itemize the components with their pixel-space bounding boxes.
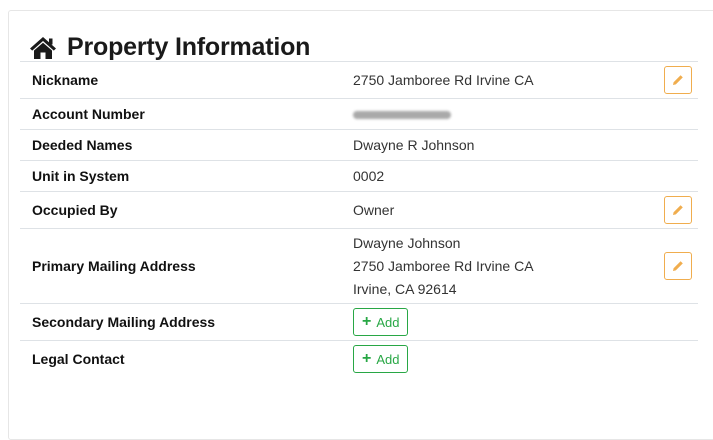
edit-occupied-by-button[interactable] [664, 196, 692, 224]
pencil-icon [673, 75, 683, 85]
occupied-by-value: Owner [341, 191, 640, 229]
address-line: 2750 Jamboree Rd Irvine CA [353, 257, 534, 274]
address-line: Irvine, CA 92614 [353, 280, 457, 297]
page-title: Property Information [67, 33, 311, 61]
address-line: Dwayne Johnson [353, 234, 461, 251]
table-row-unit-in-system: Unit in System 0002 [20, 160, 698, 192]
deeded-names-value: Dwayne R Johnson [341, 129, 640, 161]
row-label: Primary Mailing Address [20, 228, 341, 304]
row-label: Secondary Mailing Address [20, 303, 341, 341]
row-label: Nickname [20, 61, 341, 99]
edit-nickname-button[interactable] [664, 66, 692, 94]
edit-primary-address-button[interactable] [664, 252, 692, 280]
row-label: Occupied By [20, 191, 341, 229]
property-info-table: Nickname 2750 Jamboree Rd Irvine CA Acco… [20, 61, 698, 377]
table-row-nickname: Nickname 2750 Jamboree Rd Irvine CA [20, 61, 698, 99]
add-secondary-address-button[interactable]: + Add [353, 308, 409, 336]
row-label: Deeded Names [20, 129, 341, 161]
table-row-legal-contact: Legal Contact + Add [20, 340, 698, 377]
card-header: Property Information [29, 33, 310, 62]
table-row-primary-mailing-address: Primary Mailing Address Dwayne Johnson 2… [20, 228, 698, 304]
table-row-deeded-names: Deeded Names Dwayne R Johnson [20, 129, 698, 161]
row-label: Unit in System [20, 160, 341, 192]
add-legal-contact-button[interactable]: + Add [353, 345, 409, 373]
account-number-redacted [353, 111, 451, 120]
pencil-icon [673, 205, 683, 215]
table-row-account-number: Account Number [20, 98, 698, 130]
primary-mailing-address-value: Dwayne Johnson 2750 Jamboree Rd Irvine C… [341, 228, 640, 304]
plus-icon: + [362, 350, 372, 367]
nickname-value: 2750 Jamboree Rd Irvine CA [341, 61, 640, 99]
add-button-label: Add [376, 351, 400, 367]
table-row-secondary-mailing-address: Secondary Mailing Address + Add [20, 303, 698, 341]
table-row-occupied-by: Occupied By Owner [20, 191, 698, 229]
plus-icon: + [362, 313, 372, 330]
unit-in-system-value: 0002 [341, 160, 640, 192]
home-icon [29, 36, 57, 60]
add-button-label: Add [376, 314, 400, 330]
row-label: Legal Contact [20, 340, 341, 377]
pencil-icon [673, 261, 683, 271]
row-label: Account Number [20, 98, 341, 130]
